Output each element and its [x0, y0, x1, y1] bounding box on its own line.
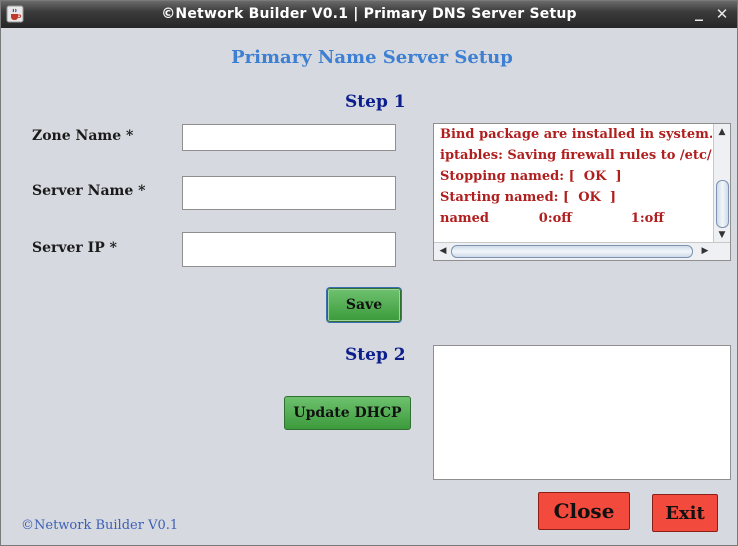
- update-dhcp-button[interactable]: Update DHCP: [284, 396, 411, 430]
- exit-button[interactable]: Exit: [652, 494, 718, 532]
- zone-name-label: Zone Name *: [32, 128, 134, 144]
- server-name-input[interactable]: [182, 176, 396, 210]
- arrow-right-icon[interactable]: ▶: [697, 246, 713, 256]
- vertical-scroll-thumb[interactable]: [716, 180, 729, 228]
- arrow-left-icon[interactable]: ◀: [435, 246, 451, 256]
- zone-name-input[interactable]: [182, 124, 396, 151]
- vertical-scrollbar[interactable]: ▲ ▼: [713, 124, 730, 243]
- horizontal-scrollbar[interactable]: ◀ ▶: [434, 242, 730, 260]
- server-name-label: Server Name *: [32, 183, 146, 199]
- title-bar[interactable]: ©Network Builder V0.1 | Primary DNS Serv…: [1, 1, 737, 28]
- page-heading: Primary Name Server Setup: [231, 47, 513, 68]
- server-ip-input[interactable]: [182, 232, 396, 267]
- step-2-label: Step 2: [345, 345, 406, 365]
- minimize-icon[interactable]: _: [691, 4, 707, 22]
- footer-copyright: ©Network Builder V0.1: [21, 518, 179, 533]
- dhcp-output-area[interactable]: [433, 345, 731, 480]
- log-output-area[interactable]: Bind package are installed in system. ip…: [433, 123, 731, 261]
- close-window-icon[interactable]: ✕: [714, 6, 730, 22]
- server-ip-label: Server IP *: [32, 240, 117, 256]
- horizontal-scroll-thumb[interactable]: [451, 245, 693, 258]
- save-button[interactable]: Save: [327, 288, 401, 322]
- arrow-down-icon[interactable]: ▼: [714, 230, 730, 240]
- main-panel: Primary Name Server Setup Step 1 Zone Na…: [2, 29, 736, 544]
- arrow-up-icon[interactable]: ▲: [714, 127, 730, 137]
- log-text: Bind package are installed in system. ip…: [440, 127, 712, 226]
- close-button[interactable]: Close: [538, 492, 630, 530]
- app-window: ©Network Builder V0.1 | Primary DNS Serv…: [0, 0, 738, 546]
- window-title: ©Network Builder V0.1 | Primary DNS Serv…: [161, 6, 577, 22]
- step-1-label: Step 1: [345, 92, 406, 112]
